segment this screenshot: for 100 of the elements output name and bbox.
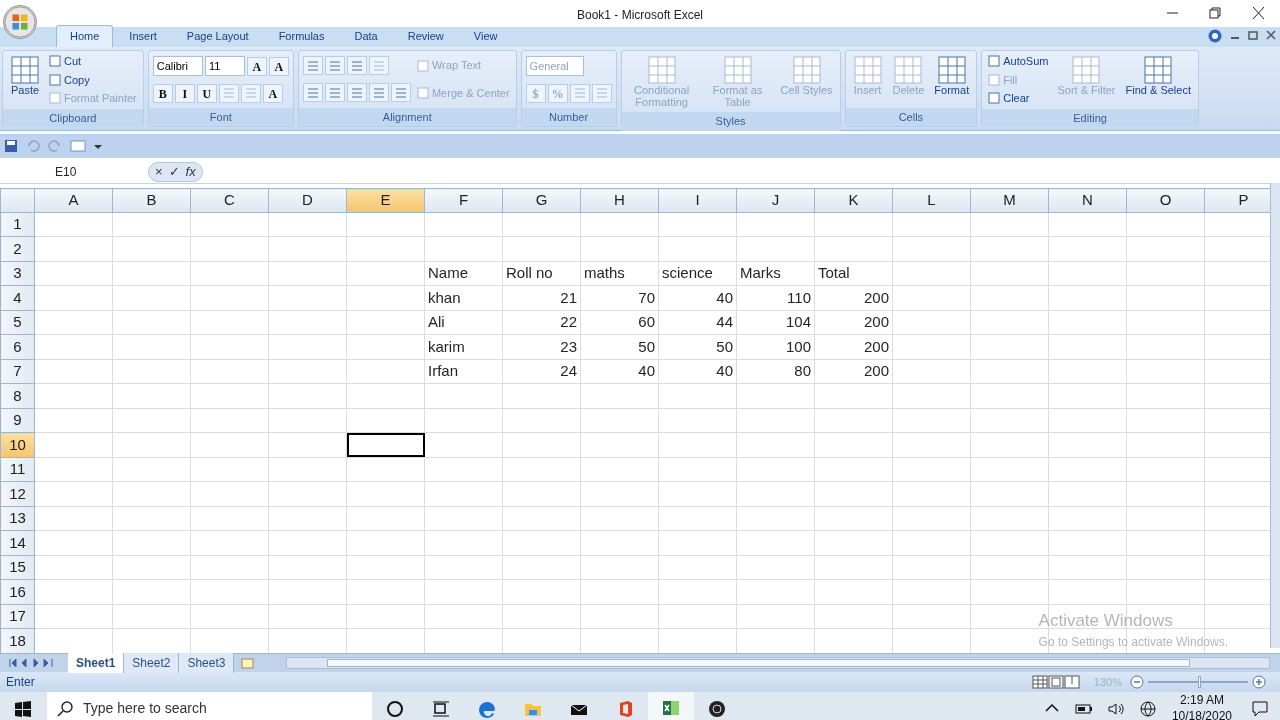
column-header[interactable]: I bbox=[658, 188, 737, 212]
row-header[interactable]: 1 bbox=[0, 212, 35, 237]
ribbon-button[interactable]: Find & Select bbox=[1122, 53, 1194, 107]
lines-icon bbox=[350, 87, 363, 98]
ribbon-tab[interactable]: Page Layout bbox=[172, 24, 263, 47]
scrollbar[interactable] bbox=[1270, 183, 1280, 648]
tool-button[interactable]: U bbox=[196, 83, 217, 103]
tool-button[interactable] bbox=[302, 83, 323, 103]
column-header[interactable]: D bbox=[268, 188, 347, 212]
column-header[interactable]: C bbox=[190, 188, 269, 212]
column-header[interactable]: A bbox=[34, 188, 113, 212]
column-header[interactable]: H bbox=[580, 188, 659, 212]
dropdown-field[interactable]: 11 bbox=[204, 55, 245, 77]
tool-button[interactable]: A bbox=[268, 56, 289, 76]
zoom-out-icon[interactable] bbox=[1130, 675, 1144, 689]
column-header[interactable]: G bbox=[502, 188, 581, 212]
ribbon-button[interactable]: Clear bbox=[986, 90, 1032, 107]
row-header[interactable]: 16 bbox=[0, 579, 35, 604]
horizontal-scrollbar[interactable] bbox=[286, 657, 1270, 669]
office-button-icon[interactable] bbox=[3, 5, 37, 39]
column-header[interactable]: K bbox=[814, 188, 893, 212]
column-header[interactable]: O bbox=[1126, 188, 1205, 212]
page-break-icon[interactable] bbox=[1063, 675, 1080, 689]
ribbon-tab[interactable]: Insert bbox=[115, 24, 171, 47]
redo-icon[interactable] bbox=[48, 139, 62, 153]
row-header[interactable]: 11 bbox=[0, 457, 35, 482]
formula-button[interactable]: × bbox=[155, 161, 163, 182]
row-header[interactable]: 6 bbox=[0, 334, 35, 359]
ribbon-button[interactable]: Cut bbox=[47, 53, 84, 70]
tool-button[interactable] bbox=[302, 56, 323, 76]
page-layout-icon[interactable] bbox=[1047, 675, 1064, 689]
row-header[interactable]: 9 bbox=[0, 408, 35, 433]
caret-icon[interactable] bbox=[94, 142, 102, 150]
square-icon bbox=[49, 92, 61, 105]
formula-button[interactable]: fx bbox=[185, 161, 196, 182]
grid-icon bbox=[936, 55, 967, 85]
form-icon[interactable] bbox=[70, 139, 86, 153]
dropdown-field[interactable]: Calibri bbox=[152, 55, 203, 77]
ribbon-button[interactable]: AutoSum bbox=[986, 53, 1051, 70]
table-cell: 200 bbox=[814, 310, 893, 335]
tool-button[interactable]: B bbox=[152, 83, 173, 103]
tool-button[interactable] bbox=[346, 83, 367, 103]
column-header[interactable]: N bbox=[1048, 188, 1127, 212]
select-all-corner[interactable] bbox=[0, 188, 35, 212]
ribbon-button[interactable]: Format bbox=[931, 53, 973, 106]
selected-cell[interactable] bbox=[346, 432, 425, 457]
column-header[interactable]: J bbox=[736, 188, 815, 212]
grid-icon bbox=[791, 55, 822, 85]
row-header[interactable]: 3 bbox=[0, 261, 35, 286]
formula-button[interactable]: ✓ bbox=[168, 161, 180, 182]
ribbon-tab[interactable]: Data bbox=[340, 24, 392, 47]
tool-button[interactable] bbox=[324, 83, 345, 103]
sheet-tab[interactable]: Sheet3 bbox=[179, 653, 235, 673]
ribbon-tab[interactable]: View bbox=[459, 24, 512, 47]
tool-button[interactable] bbox=[324, 56, 345, 76]
tool-button[interactable] bbox=[390, 83, 411, 103]
table-cell: Marks bbox=[736, 261, 815, 286]
row-header[interactable]: 10 bbox=[0, 432, 35, 457]
ribbon-button[interactable]: Paste bbox=[7, 53, 43, 107]
tool-button[interactable] bbox=[346, 56, 367, 76]
column-header[interactable]: E bbox=[346, 188, 425, 212]
square-icon bbox=[416, 59, 429, 72]
ribbon-button[interactable]: Copy bbox=[47, 71, 92, 88]
column-header[interactable]: P bbox=[1204, 188, 1270, 212]
row-header[interactable]: 18 bbox=[0, 628, 35, 653]
tool-button[interactable] bbox=[368, 83, 389, 103]
row-header[interactable]: 5 bbox=[0, 310, 35, 335]
slider-thumb[interactable] bbox=[1198, 676, 1201, 688]
save-icon[interactable] bbox=[4, 139, 18, 153]
ribbon-tab[interactable]: Formulas bbox=[264, 24, 339, 47]
new-sheet-icon[interactable] bbox=[240, 657, 257, 669]
column-header[interactable]: M bbox=[970, 188, 1049, 212]
sheet-tab[interactable]: Sheet1 bbox=[68, 653, 125, 673]
sheet-tab[interactable]: Sheet2 bbox=[124, 653, 180, 673]
lines-icon bbox=[244, 88, 257, 99]
help-icon[interactable] bbox=[1208, 29, 1222, 43]
tool-button[interactable]: A bbox=[246, 56, 267, 76]
ribbon-tab[interactable]: Review bbox=[393, 24, 458, 47]
row-header[interactable]: 14 bbox=[0, 530, 35, 555]
undo-icon[interactable] bbox=[26, 139, 40, 153]
normal-view-icon[interactable] bbox=[1031, 675, 1048, 689]
name-box[interactable]: E10 bbox=[0, 162, 148, 181]
search-field[interactable]: Type here to search bbox=[47, 692, 372, 720]
zoom-in-icon[interactable] bbox=[1252, 675, 1266, 689]
close-icon[interactable] bbox=[1266, 29, 1276, 41]
tool-button[interactable]: I bbox=[174, 83, 195, 103]
column-header[interactable]: F bbox=[424, 188, 503, 212]
column-header[interactable]: B bbox=[112, 188, 191, 212]
row-header[interactable]: 7 bbox=[0, 359, 35, 384]
restore-icon[interactable] bbox=[1248, 29, 1258, 41]
row-header[interactable]: 8 bbox=[0, 383, 35, 408]
tool-button[interactable]: A bbox=[262, 83, 283, 103]
ribbon-tab[interactable]: Home bbox=[56, 24, 114, 47]
row-header[interactable]: 2 bbox=[0, 236, 35, 261]
row-header[interactable]: 13 bbox=[0, 506, 35, 531]
row-header[interactable]: 17 bbox=[0, 604, 35, 629]
row-header[interactable]: 4 bbox=[0, 285, 35, 310]
row-header[interactable]: 12 bbox=[0, 481, 35, 506]
row-header[interactable]: 15 bbox=[0, 555, 35, 580]
column-header[interactable]: L bbox=[892, 188, 971, 212]
